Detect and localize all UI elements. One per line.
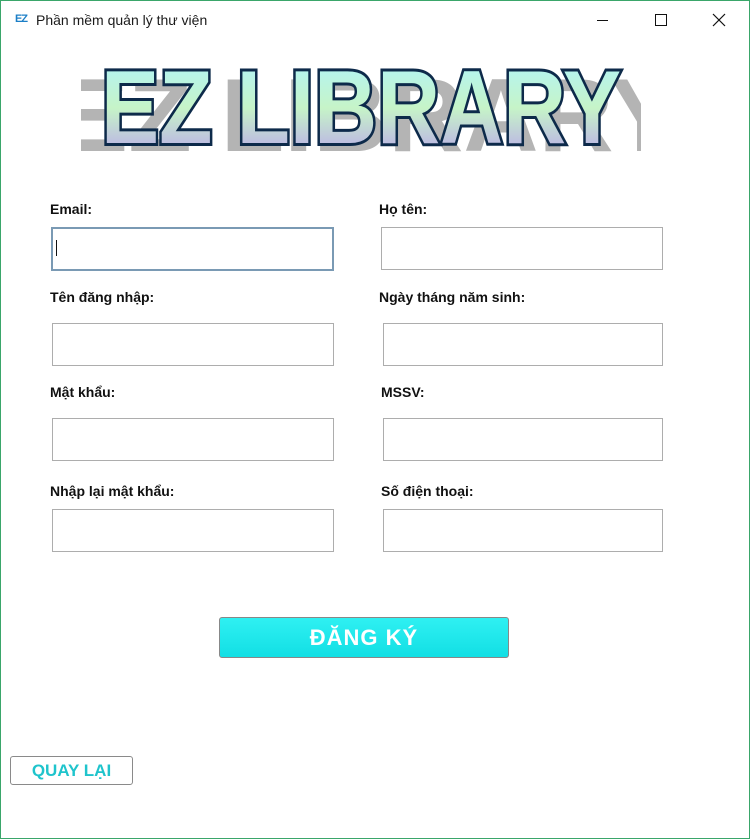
back-button[interactable]: QUAY LẠI <box>10 756 133 785</box>
app-logo: EZ LIBRARY EZ LIBRARY <box>81 49 641 159</box>
close-icon <box>712 13 726 27</box>
close-button[interactable] <box>689 1 747 39</box>
phone-label: Số điện thoại: <box>381 483 474 499</box>
app-window: EZ Phần mềm quản lý thư viện EZ LIBRARY … <box>0 0 750 839</box>
student-id-label: MSSV: <box>381 384 425 400</box>
birthdate-field[interactable] <box>383 323 663 366</box>
confirm-password-label: Nhập lại mật khẩu: <box>50 483 175 499</box>
email-label: Email: <box>50 201 93 217</box>
email-field[interactable] <box>51 227 334 271</box>
title-bar[interactable]: EZ Phần mềm quản lý thư viện <box>1 1 749 39</box>
username-field[interactable] <box>52 323 334 366</box>
fullname-field[interactable] <box>381 227 663 270</box>
birthdate-label: Ngày tháng năm sinh: <box>379 289 526 305</box>
app-icon: EZ <box>14 13 28 25</box>
password-label: Mật khẩu: <box>50 384 116 400</box>
register-button[interactable]: ĐĂNG KÝ <box>219 617 509 658</box>
maximize-button[interactable] <box>631 1 689 39</box>
maximize-icon <box>655 14 667 26</box>
text-caret <box>56 240 57 256</box>
phone-field[interactable] <box>383 509 663 552</box>
username-label: Tên đăng nhập: <box>50 289 155 305</box>
student-id-field[interactable] <box>383 418 663 461</box>
fullname-label: Họ tên: <box>379 201 428 217</box>
password-field[interactable] <box>52 418 334 461</box>
window-title: Phần mềm quản lý thư viện <box>36 12 208 28</box>
minimize-button[interactable] <box>573 1 631 39</box>
confirm-password-field[interactable] <box>52 509 334 552</box>
logo-text: EZ LIBRARY <box>101 50 621 159</box>
minimize-icon <box>597 20 608 21</box>
